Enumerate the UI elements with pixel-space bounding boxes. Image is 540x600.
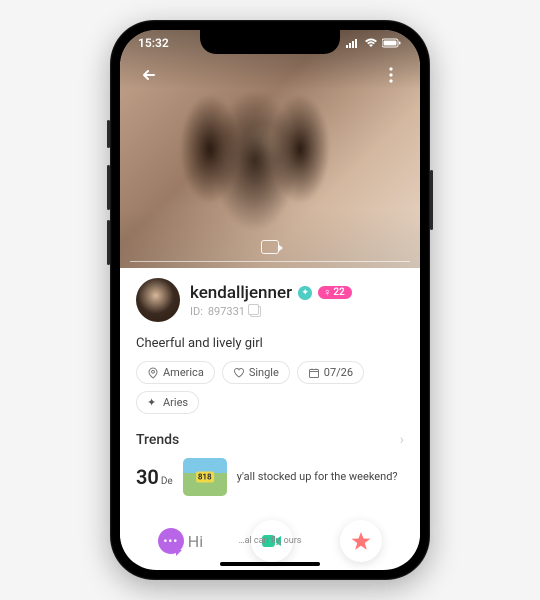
avatar[interactable] bbox=[136, 278, 180, 322]
trend-item[interactable]: 30 De y'all stocked up for the weekend? bbox=[136, 458, 404, 496]
chevron-right-icon: › bbox=[400, 432, 404, 448]
trend-text: y'all stocked up for the weekend? bbox=[237, 470, 398, 484]
signal-icon bbox=[346, 38, 360, 48]
video-icon bbox=[261, 240, 279, 254]
verified-badge-icon: ✦ bbox=[298, 286, 312, 300]
female-icon: ♀ bbox=[323, 287, 331, 298]
id-label: ID: bbox=[190, 305, 203, 318]
chip-birthday[interactable]: 07/26 bbox=[297, 361, 364, 384]
bio-text: Cheerful and lively girl bbox=[136, 336, 404, 351]
battery-icon bbox=[382, 38, 402, 48]
favorite-button[interactable] bbox=[340, 520, 382, 562]
trend-date: 30 De bbox=[136, 465, 173, 489]
more-button[interactable] bbox=[376, 60, 406, 90]
wifi-icon bbox=[364, 38, 378, 48]
trends-title: Trends bbox=[136, 432, 179, 448]
profile-hero-image: 15:32 bbox=[120, 30, 420, 268]
trend-thumbnail bbox=[183, 458, 227, 496]
id-value: 897331 bbox=[208, 305, 245, 318]
heart-icon bbox=[233, 367, 245, 379]
chip-location[interactable]: America bbox=[136, 361, 215, 384]
story-progress bbox=[130, 261, 410, 263]
trends-section-button[interactable]: Trends › bbox=[136, 432, 404, 448]
pin-icon bbox=[147, 367, 159, 379]
say-hi-button[interactable]: ••• Hi bbox=[158, 528, 203, 554]
copy-id-button[interactable] bbox=[250, 306, 261, 317]
back-button[interactable] bbox=[134, 60, 164, 90]
chat-icon: ••• bbox=[158, 528, 184, 554]
zodiac-icon: ✦ bbox=[147, 397, 159, 409]
chip-relationship[interactable]: Single bbox=[222, 361, 290, 384]
overflow-caption: …al can fly, ours bbox=[239, 536, 302, 546]
status-time: 15:32 bbox=[138, 36, 169, 50]
age-badge: ♀ 22 bbox=[318, 286, 352, 299]
username: kendalljenner bbox=[190, 283, 292, 303]
home-indicator[interactable] bbox=[220, 562, 320, 566]
calendar-icon bbox=[308, 367, 320, 379]
chip-zodiac[interactable]: ✦ Aries bbox=[136, 391, 199, 414]
